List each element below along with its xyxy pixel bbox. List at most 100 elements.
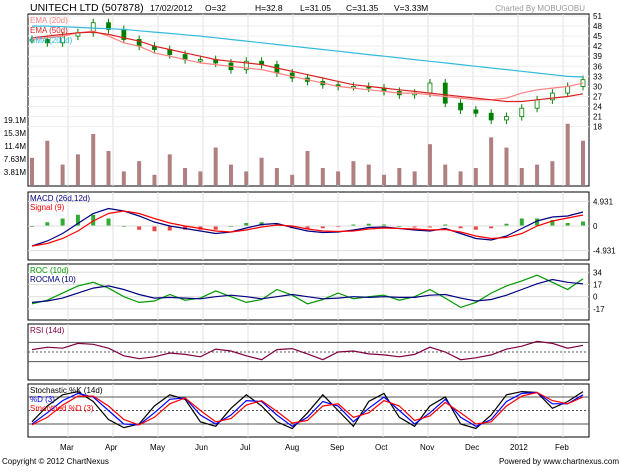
volume-bar xyxy=(60,164,65,185)
volume-bar xyxy=(106,150,111,185)
candle-body xyxy=(488,112,494,121)
stochastic-legend-0: Stochastic %K (14d) xyxy=(30,386,103,395)
volume-bar xyxy=(458,171,463,185)
roc-legend-1: ROCMA (10) xyxy=(30,275,76,284)
volume-bar xyxy=(581,140,585,185)
volume-bar xyxy=(305,150,310,185)
x-tick-label: Apr xyxy=(105,443,118,452)
candle-body xyxy=(197,59,203,62)
volume-y-tick: 11.4M xyxy=(4,142,26,151)
volume-bar xyxy=(167,154,172,185)
price-y-tick: 18 xyxy=(593,123,602,132)
credit-label: Charted By MOBUGOBU xyxy=(495,4,585,13)
volume-bar xyxy=(397,167,402,185)
candle-body xyxy=(473,109,479,114)
volume-bar xyxy=(91,133,96,185)
price-y-tick: 48 xyxy=(593,22,602,31)
volume-bar xyxy=(244,171,249,185)
chart-page: UNITECH LTD (507878) 17/02/2012 O=32 H=3… xyxy=(0,0,624,469)
candle-body xyxy=(534,99,540,109)
volume-bar xyxy=(412,171,417,185)
volume-bar xyxy=(366,164,371,185)
powered-by-text: Powered by www.chartnexus.com xyxy=(499,457,619,466)
volume-y-tick: 19.1M xyxy=(4,116,27,125)
price-legend-2: EMA (200d) xyxy=(30,36,73,45)
volume-y-tick: 3.81M xyxy=(4,168,27,177)
volume-bar xyxy=(351,161,356,185)
volume-bar xyxy=(259,157,264,185)
volume-bar xyxy=(382,174,387,185)
stochastic-legend-1: %D (3) xyxy=(30,395,55,404)
x-tick-label: 2012 xyxy=(510,443,528,452)
volume-bar xyxy=(45,140,50,185)
macd-histogram-bar xyxy=(60,218,65,226)
macd-y-tick: -4.931 xyxy=(593,247,616,256)
candle-body xyxy=(442,82,448,104)
roc-y-tick: 17 xyxy=(593,280,602,289)
price-y-tick: 36 xyxy=(593,62,602,71)
volume-bar xyxy=(320,167,325,185)
price-y-tick: 42 xyxy=(593,42,602,51)
roc-y-tick: 34 xyxy=(593,268,602,277)
low-label: L=31.05 xyxy=(300,3,331,13)
close-label: C=31.35 xyxy=(346,3,379,13)
x-tick-label: Nov xyxy=(420,443,434,452)
price-legend-1: EMA (50d) xyxy=(30,26,68,35)
x-tick-label: Feb xyxy=(555,443,569,452)
macd-histogram-bar xyxy=(213,226,218,230)
macd-legend-1: Signal (9) xyxy=(30,203,65,212)
x-tick-label: Jun xyxy=(195,443,208,452)
x-tick-label: Mar xyxy=(60,443,74,452)
ema-line-1 xyxy=(31,31,584,103)
volume-bar xyxy=(121,171,126,185)
candle-body xyxy=(519,107,525,117)
x-tick-label: May xyxy=(150,443,165,452)
ema-line-0 xyxy=(31,30,584,101)
volume-bar xyxy=(443,164,448,185)
volume-bar xyxy=(473,167,478,185)
open-label: O=32 xyxy=(205,3,226,13)
volume-bar xyxy=(213,147,218,185)
price-y-tick: 33 xyxy=(593,72,602,81)
macd-histogram-bar xyxy=(137,226,142,230)
price-y-tick: 21 xyxy=(593,113,602,122)
x-tick-label: Jul xyxy=(240,443,250,452)
volume-bar xyxy=(565,123,570,185)
macd-histogram-bar xyxy=(152,226,157,232)
copyright-text: Copyright © 2012 ChartNexus xyxy=(2,457,109,466)
volume-bar xyxy=(519,167,524,185)
roc-legend-0: ROC (10d) xyxy=(30,266,69,275)
price-y-tick: 39 xyxy=(593,52,602,61)
chart-panels: Mar Apr May Jun Jul Aug Sep Oct Nov Dec 2012 Feb514… xyxy=(4,12,616,452)
ema-line-2 xyxy=(32,25,584,78)
roc-y-tick: 0 xyxy=(593,293,598,302)
roc-y-tick: -17 xyxy=(593,305,605,314)
x-tick-label: Aug xyxy=(285,443,299,452)
macd-histogram-bar xyxy=(473,226,478,230)
macd-histogram-bar xyxy=(106,218,111,226)
macd-histogram-bar xyxy=(45,222,50,226)
volume-bar xyxy=(228,164,233,185)
candle-body xyxy=(504,116,509,121)
volume-bar xyxy=(550,161,555,185)
volume-y-tick: 7.63M xyxy=(4,155,27,164)
macd-line-1 xyxy=(31,210,584,247)
rsi-line-0 xyxy=(31,340,584,361)
volume-bar xyxy=(274,167,279,185)
stock-chart: UNITECH LTD (507878) 17/02/2012 O=32 H=3… xyxy=(2,2,619,466)
candle-body xyxy=(427,82,433,94)
price-y-tick: 24 xyxy=(593,103,602,112)
volume-bar xyxy=(535,164,540,185)
volume-bar xyxy=(75,154,80,185)
x-tick-label: Sep xyxy=(330,443,345,452)
volume-y-tick: 15.3M xyxy=(4,129,27,138)
volume-bar xyxy=(489,137,494,185)
volume-bar xyxy=(152,174,157,185)
x-tick-label: Oct xyxy=(375,443,388,452)
symbol-title: UNITECH LTD (507878) xyxy=(30,2,144,14)
roc-line-0 xyxy=(31,274,584,309)
volume-bar xyxy=(198,171,203,185)
volume-bar xyxy=(137,161,142,185)
volume-bar xyxy=(290,174,295,185)
price-y-tick: 51 xyxy=(593,12,602,21)
